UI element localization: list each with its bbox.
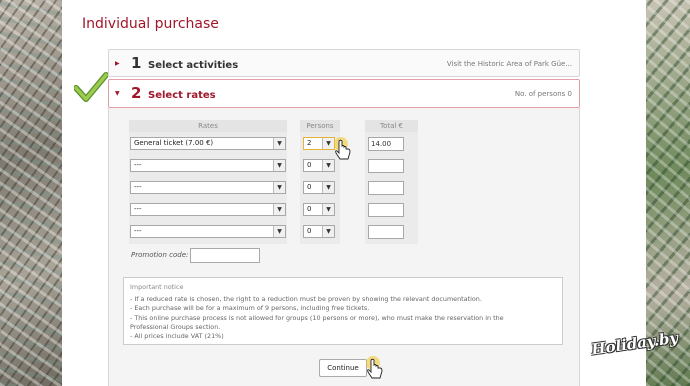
- notice-line: - All prices include VAT (21%): [130, 332, 224, 341]
- chevron-down-icon: ▼: [273, 160, 285, 171]
- total-field: [368, 159, 404, 173]
- step-summary: Visit the Historic Area of Park Güe...: [446, 60, 572, 68]
- important-notice: Important notice - If a reduced rate is …: [123, 277, 563, 345]
- notice-line: - If a reduced rate is chosen, the right…: [130, 295, 482, 304]
- rate-select-value: ---: [134, 183, 142, 191]
- column-header-total: Total €: [365, 120, 418, 132]
- notice-line: - This online purchase process is not al…: [130, 313, 504, 322]
- step-label: Select activities: [148, 60, 239, 71]
- chevron-down-icon: ▼: [322, 226, 334, 237]
- rate-select-value: General ticket (7.00 €): [134, 139, 214, 147]
- step-summary: No. of persons 0: [514, 90, 572, 98]
- rate-select-value: ---: [134, 227, 142, 235]
- step-number: 2: [131, 84, 142, 102]
- persons-select-value: 0: [307, 161, 312, 169]
- rate-select-value: ---: [134, 161, 142, 169]
- rate-select[interactable]: --- ▼: [130, 159, 286, 172]
- persons-select[interactable]: 0 ▼: [303, 159, 335, 172]
- persons-select-value: 2: [307, 139, 312, 147]
- continue-button[interactable]: Continue: [319, 359, 367, 377]
- chevron-down-icon: ▼: [273, 204, 285, 215]
- notice-title: Important notice: [130, 283, 184, 291]
- step-select-activities[interactable]: ▶ 1 Select activities Visit the Historic…: [108, 49, 580, 77]
- total-field: [368, 203, 404, 217]
- persons-select-value: 0: [307, 183, 312, 191]
- step-label: Select rates: [148, 90, 216, 101]
- chevron-down-icon: ▼: [273, 226, 285, 237]
- chevron-down-icon: ▼: [322, 182, 334, 193]
- rate-select-value: ---: [134, 205, 142, 213]
- column-header-persons: Persons: [300, 120, 340, 132]
- total-field: [368, 181, 404, 195]
- chevron-down-icon: ▼: [322, 204, 334, 215]
- notice-line: Professional Groups section.: [130, 322, 221, 331]
- persons-select[interactable]: 0 ▼: [303, 203, 335, 216]
- column-header-rates: Rates: [129, 120, 287, 132]
- total-field: 14.00: [368, 137, 404, 151]
- persons-select[interactable]: 0 ▼: [303, 181, 335, 194]
- mosaic-background-right: [646, 0, 690, 386]
- chevron-down-icon: ▼: [273, 182, 285, 193]
- chevron-down-icon: ▼: [273, 138, 285, 149]
- promotion-code-label: Promotion code:: [131, 251, 189, 259]
- persons-select-value: 0: [307, 227, 312, 235]
- persons-select[interactable]: 2 ▼: [303, 137, 335, 150]
- persons-select-value: 0: [307, 205, 312, 213]
- notice-line: - Each purchase will be for a maximum of…: [130, 304, 370, 313]
- rate-select[interactable]: General ticket (7.00 €) ▼: [130, 137, 286, 150]
- caret-down-icon: ▼: [115, 90, 120, 97]
- step-select-rates[interactable]: ▼ 2 Select rates No. of persons 0: [108, 79, 580, 108]
- step-number: 1: [131, 54, 142, 72]
- rate-select[interactable]: --- ▼: [130, 225, 286, 238]
- caret-right-icon: ▶: [115, 60, 120, 67]
- persons-select[interactable]: 0 ▼: [303, 225, 335, 238]
- checkmark-icon: [74, 72, 108, 102]
- mosaic-background-left: [0, 0, 62, 386]
- rate-select[interactable]: --- ▼: [130, 203, 286, 216]
- rate-select[interactable]: --- ▼: [130, 181, 286, 194]
- total-field: [368, 225, 404, 239]
- promotion-code-input[interactable]: [190, 248, 260, 263]
- hand-cursor-icon: [366, 356, 383, 379]
- hand-cursor-icon: [334, 137, 351, 160]
- page-title: Individual purchase: [82, 16, 219, 32]
